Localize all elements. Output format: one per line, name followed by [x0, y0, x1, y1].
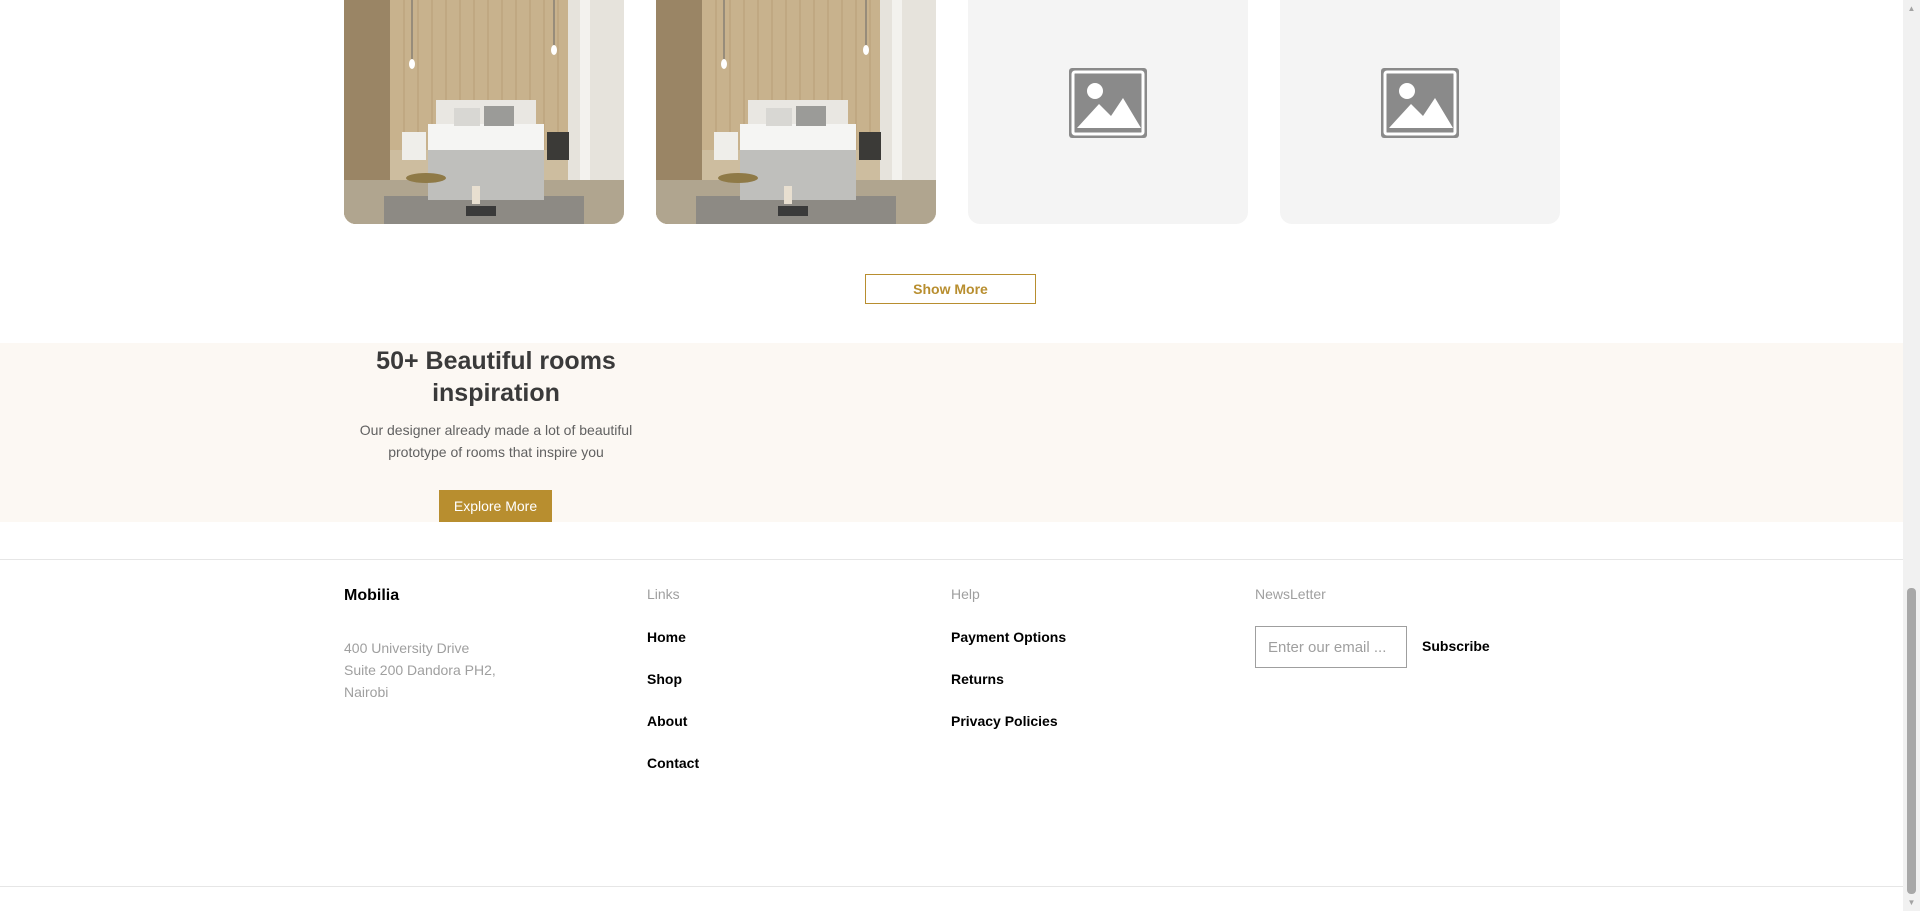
address-line: 400 University Drive	[344, 640, 470, 656]
newsletter-heading: NewsLetter	[1255, 586, 1326, 602]
links-heading: Links	[647, 586, 680, 602]
footer-link-payment-options[interactable]: Payment Options	[951, 629, 1066, 671]
inspiration-section: 50+ Beautiful rooms inspiration Our desi…	[0, 343, 1903, 522]
scroll-up-arrow-icon[interactable]: ▲	[1903, 0, 1920, 17]
footer-link-home[interactable]: Home	[647, 629, 699, 671]
footer-links-nav: Home Shop About Contact	[647, 629, 699, 797]
show-more-button[interactable]: Show More	[865, 274, 1036, 304]
footer-link-shop[interactable]: Shop	[647, 671, 699, 713]
address-line: Suite 200 Dandora PH2,	[344, 662, 496, 678]
product-grid	[344, 0, 1560, 224]
footer-link-returns[interactable]: Returns	[951, 671, 1066, 713]
inspiration-subtitle: Our designer already made a lot of beaut…	[359, 422, 633, 460]
footer-bottom-divider	[0, 886, 1903, 887]
scrollbar-thumb[interactable]	[1907, 588, 1916, 894]
explore-more-button[interactable]: Explore More	[439, 490, 552, 522]
footer-brand: Mobilia	[344, 587, 400, 604]
product-card-placeholder[interactable]	[1280, 0, 1560, 224]
help-heading: Help	[951, 586, 980, 602]
newsletter-email-input[interactable]	[1255, 626, 1407, 668]
product-card-image[interactable]	[344, 0, 624, 224]
bedroom-photo	[344, 0, 624, 224]
image-placeholder-icon	[1381, 68, 1459, 138]
bedroom-photo	[656, 0, 936, 224]
address-line: Nairobi	[344, 684, 389, 700]
page: Show More 50+ Beautiful rooms inspiratio…	[0, 0, 1903, 911]
footer-link-contact[interactable]: Contact	[647, 755, 699, 797]
scroll-down-arrow-icon[interactable]: ▼	[1903, 894, 1920, 911]
footer-address: 400 University Drive Suite 200 Dandora P…	[344, 637, 496, 703]
product-card-placeholder[interactable]	[968, 0, 1248, 224]
vertical-scrollbar[interactable]: ▲ ▼	[1903, 0, 1920, 911]
subscribe-button[interactable]: Subscribe	[1422, 638, 1490, 654]
footer-help-nav: Payment Options Returns Privacy Policies	[951, 629, 1066, 755]
image-placeholder-icon	[1069, 68, 1147, 138]
footer-link-about[interactable]: About	[647, 713, 699, 755]
inspiration-title: 50+ Beautiful rooms inspiration	[376, 347, 616, 407]
footer-link-privacy-policies[interactable]: Privacy Policies	[951, 713, 1066, 755]
footer-divider	[0, 559, 1903, 560]
product-card-image[interactable]	[656, 0, 936, 224]
